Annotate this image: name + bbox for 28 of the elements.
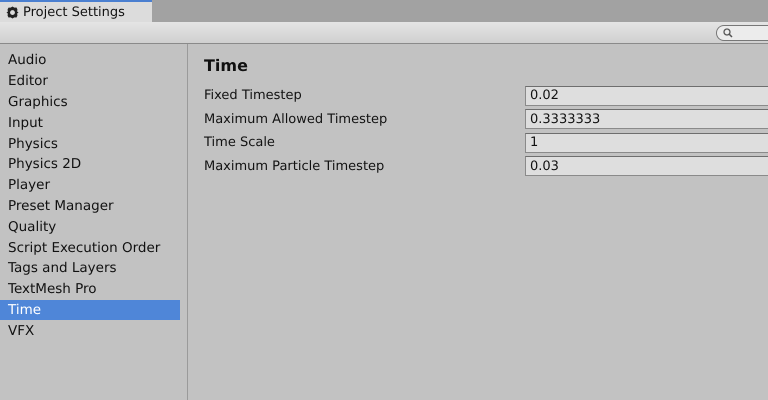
sidebar-item[interactable]: TextMesh Pro — [0, 278, 180, 300]
section-title: Time — [204, 54, 249, 76]
gear-icon — [6, 6, 19, 18]
sidebar-item[interactable]: Preset Manager — [0, 196, 180, 216]
sidebar-item[interactable]: Tags and Layers — [0, 258, 180, 279]
sidebar-item[interactable]: Input — [0, 112, 180, 134]
search-field[interactable] — [716, 24, 768, 40]
sidebar-item[interactable]: Time — [0, 300, 180, 320]
search-icon — [723, 28, 733, 38]
sidebar-item[interactable]: Physics 2D — [0, 154, 180, 175]
field-label: Maximum Allowed Timestep — [204, 112, 388, 127]
input-field[interactable]: 1 — [525, 132, 768, 153]
sidebar-item[interactable]: Physics — [0, 133, 180, 154]
input-field[interactable]: 0.3333333 — [525, 109, 768, 130]
field-label: Maximum Particle Timestep — [204, 158, 386, 174]
sidebar-item[interactable]: Graphics — [0, 92, 180, 112]
window-title: Project Settings — [23, 4, 125, 20]
sidebar-item[interactable]: Script Execution Order — [0, 237, 180, 258]
sidebar-item[interactable]: Quality — [0, 216, 180, 238]
input-field[interactable]: 0.02 — [525, 86, 768, 106]
sidebar-item[interactable]: Editor — [0, 70, 180, 92]
field-label: Time Scale — [204, 135, 276, 150]
sidebar-item[interactable]: Audio — [0, 50, 180, 71]
input-field[interactable]: 0.03 — [525, 156, 768, 176]
window-tab[interactable]: Project Settings — [0, 0, 152, 22]
sidebar-item[interactable]: Player — [0, 174, 180, 196]
field-label: Fixed Timestep — [204, 88, 303, 104]
sidebar-item[interactable]: VFX — [0, 320, 180, 342]
